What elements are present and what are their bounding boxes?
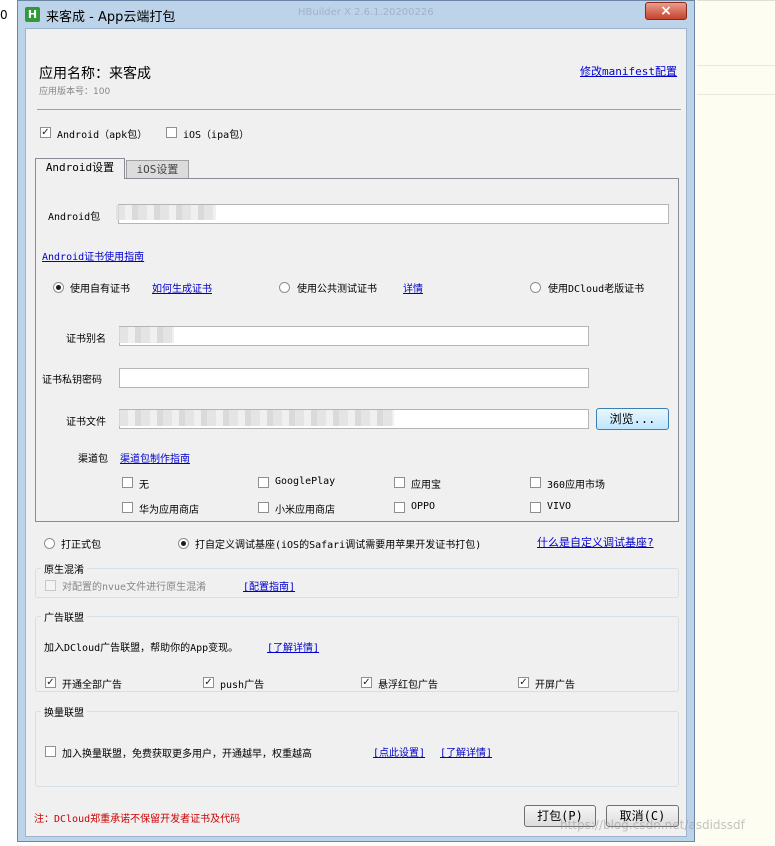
channel-label: 渠道包 [78,454,108,465]
hbuilder-logo-icon: H [25,7,40,22]
browse-button[interactable]: 浏览... [596,408,669,430]
redacted-file [119,410,394,426]
exchange-details-link[interactable]: [了解详情] [440,744,492,759]
nvue-obfuscation-label: 对配置的nvue文件进行原生混淆 [62,582,207,593]
channel-none-label: 无 [139,480,149,491]
old-cert-label: 使用DCloud老版证书 [548,284,645,295]
ad-union-group [35,616,679,692]
ios-checkbox[interactable] [166,127,177,138]
cert-password-input[interactable] [119,368,589,388]
app-name: 应用名称：来客成 [39,66,151,82]
channel-oppo-checkbox[interactable] [394,502,405,513]
channel-yingyongbao-label: 应用宝 [411,480,441,491]
exchange-union-checkbox[interactable] [45,746,56,757]
header-divider [37,109,681,110]
tab-ios-settings[interactable]: iOS设置 [126,160,189,179]
background-title: HBuilder X 2.6.1.20200226 [298,7,434,18]
channel-360-checkbox[interactable] [530,477,541,488]
android-checkbox[interactable]: ✓ [40,127,51,138]
manifest-link[interactable]: 修改manifest配置 [580,63,677,79]
close-button[interactable]: × [645,2,687,20]
csdn-watermark: https://blog.csdn.net/asdidssdf [560,818,745,832]
ads-push-checkbox[interactable]: ✓ [203,677,214,688]
ad-union-details-link[interactable]: [了解详情] [267,639,319,654]
ads-splash-checkbox[interactable]: ✓ [518,677,529,688]
ad-union-title: 广告联盟 [41,609,87,624]
tab-android-settings[interactable]: Android设置 [35,158,125,179]
obfuscation-title: 原生混淆 [41,561,87,576]
background-editor [697,0,775,846]
ads-splash-label: 开屏广告 [535,680,575,691]
channel-huawei-checkbox[interactable] [122,502,133,513]
public-cert-label: 使用公共测试证书 [297,284,377,295]
formal-build-label: 打正式包 [61,540,101,551]
dialog-body: 应用名称：来客成 应用版本号：100 修改manifest配置 ✓ Androi… [25,28,687,837]
radio-public-cert[interactable] [279,282,290,293]
custom-base-build-label: 打自定义调试基座(iOS的Safari调试需要用苹果开发证书打包) [195,540,482,551]
android-settings-panel: Android包 Android证书使用指南 使用自有证书 如何生成证书 使用公… [35,178,679,522]
cert-alias-label: 证书别名 [66,334,106,345]
how-to-generate-cert-link[interactable]: 如何生成证书 [152,280,212,295]
channel-none-checkbox[interactable] [122,477,133,488]
exchange-settings-link[interactable]: [点此设置] [373,744,425,759]
radio-formal-build[interactable] [44,538,55,549]
radio-old-cert[interactable] [530,282,541,293]
channel-xiaomi-label: 小米应用商店 [275,505,335,516]
obfuscation-guide-link[interactable]: [配置指南] [243,578,295,593]
app-version: 应用版本号：100 [39,87,111,97]
android-cert-guide-link[interactable]: Android证书使用指南 [42,248,144,263]
channel-oppo-label: OPPO [411,501,436,512]
ads-redpacket-checkbox[interactable]: ✓ [361,677,372,688]
own-cert-label: 使用自有证书 [70,284,130,295]
exchange-union-label: 加入换量联盟，免费获取更多用户，开通越早，权重越高 [62,749,312,760]
ads-all-checkbox[interactable]: ✓ [45,677,56,688]
channel-yingyongbao-checkbox[interactable] [394,477,405,488]
android-label: Android（apk包） [57,130,148,141]
pack-dialog: H 来客成 - App云端打包 HBuilder X 2.6.1.2020022… [17,0,695,842]
privacy-note: 注：DCloud郑重承诺不保留开发者证书及代码 [34,814,241,825]
channel-googleplay-checkbox[interactable] [258,477,269,488]
channel-360-label: 360应用市场 [547,480,606,491]
redacted-package [116,205,216,220]
package-label: Android包 [48,212,101,223]
redacted-alias [119,327,174,343]
channel-vivo-checkbox[interactable] [530,502,541,513]
radio-custom-base-build[interactable] [178,538,189,549]
custom-base-help-link[interactable]: 什么是自定义调试基座? [537,534,654,550]
channel-xiaomi-checkbox[interactable] [258,502,269,513]
ads-redpacket-label: 悬浮红包广告 [378,680,438,691]
channel-vivo-label: VIVO [547,501,572,512]
radio-own-cert[interactable] [53,282,64,293]
cert-alias-input[interactable] [119,326,589,346]
channel-guide-link[interactable]: 渠道包制作指南 [120,450,190,465]
public-cert-details-link[interactable]: 详情 [403,280,423,295]
ads-all-label: 开通全部广告 [62,680,122,691]
ads-push-label: push广告 [220,680,265,691]
ios-label: iOS（ipa包） [183,130,250,141]
channel-huawei-label: 华为应用商店 [139,505,199,516]
title-bar[interactable]: H 来客成 - App云端打包 HBuilder X 2.6.1.2020022… [18,1,694,28]
exchange-union-title: 换量联盟 [41,704,87,719]
ad-union-desc: 加入DCloud广告联盟，帮助你的App变现。 [44,643,239,654]
cert-file-label: 证书文件 [66,417,106,428]
window-title: 来客成 - App云端打包 [46,10,176,25]
cert-password-label: 证书私钥密码 [42,375,102,386]
background-char: 0 [0,8,8,22]
nvue-obfuscation-checkbox[interactable] [45,580,56,591]
channel-googleplay-label: GooglePlay [275,476,336,487]
